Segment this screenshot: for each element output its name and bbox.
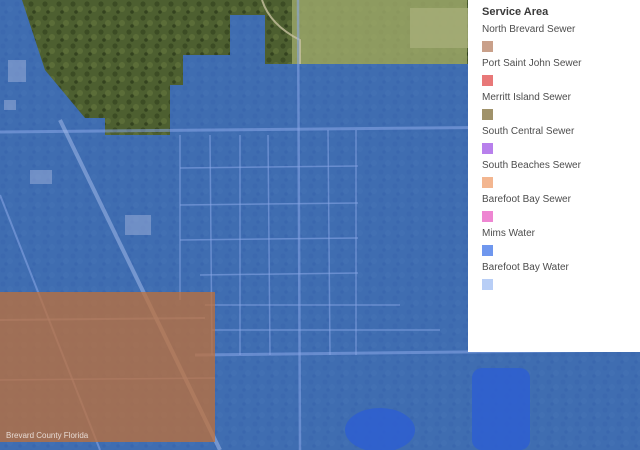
legend-swatch bbox=[482, 109, 493, 120]
legend-panel: Service Area North Brevard Sewer Port Sa… bbox=[468, 0, 640, 352]
cleared-lot bbox=[410, 8, 468, 48]
legend-title: Service Area bbox=[482, 6, 549, 18]
legend-item-merritt-island-sewer: Merritt Island Sewer bbox=[482, 92, 640, 126]
legend-swatch bbox=[482, 279, 493, 290]
legend-item-barefoot-bay-sewer: Barefoot Bay Sewer bbox=[482, 194, 640, 228]
legend-label: Barefoot Bay Sewer bbox=[482, 194, 571, 205]
sewer-service-area[interactable] bbox=[0, 292, 215, 442]
legend-swatch bbox=[482, 75, 493, 86]
legend-label: Port Saint John Sewer bbox=[482, 58, 582, 69]
legend-swatch bbox=[482, 177, 493, 188]
legend-swatch bbox=[482, 245, 493, 256]
legend-label: South Beaches Sewer bbox=[482, 160, 581, 171]
legend-swatch bbox=[482, 41, 493, 52]
legend-label: Barefoot Bay Water bbox=[482, 262, 569, 273]
legend-label: South Central Sewer bbox=[482, 126, 575, 137]
legend-item-north-brevard-sewer: North Brevard Sewer bbox=[482, 24, 640, 58]
legend-swatch bbox=[482, 143, 493, 154]
map-attribution: Brevard County Florida bbox=[6, 431, 89, 440]
legend-swatch bbox=[482, 211, 493, 222]
legend-item-south-beaches-sewer: South Beaches Sewer bbox=[482, 160, 640, 194]
legend-item-mims-water: Mims Water bbox=[482, 228, 640, 262]
legend-label: Mims Water bbox=[482, 228, 535, 239]
legend-item-south-central-sewer: South Central Sewer bbox=[482, 126, 640, 160]
legend-label: North Brevard Sewer bbox=[482, 24, 576, 35]
legend-label: Merritt Island Sewer bbox=[482, 92, 571, 103]
legend-item-barefoot-bay-water: Barefoot Bay Water bbox=[482, 262, 640, 296]
legend-item-port-saint-john-sewer: Port Saint John Sewer bbox=[482, 58, 640, 92]
